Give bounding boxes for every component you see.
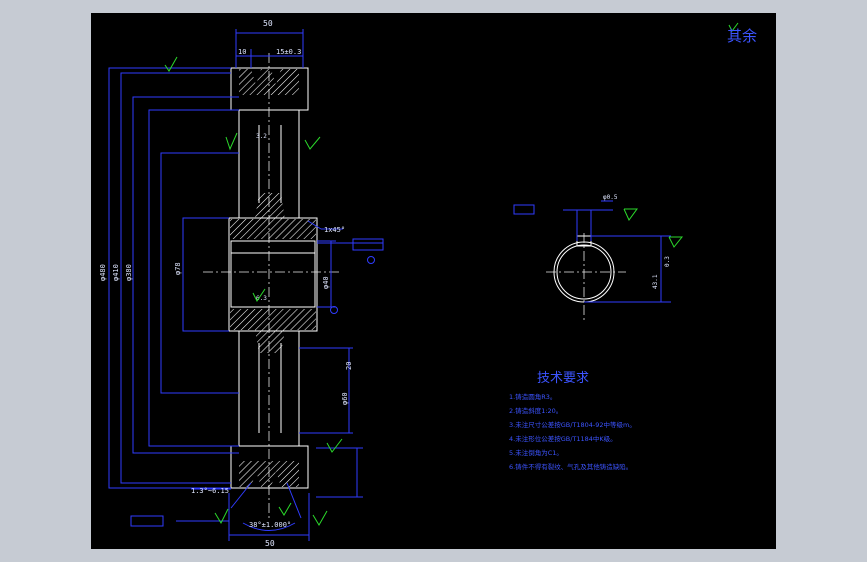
dim-key-side: 0.3 (664, 256, 671, 267)
tech-title: 技术要求 (537, 371, 589, 386)
dim-side-a: 20 (345, 362, 353, 370)
dim-key-depth: 43.1 (652, 274, 659, 289)
tech-item-3: 3.未注尺寸公差按GB/T1804-92中等级m。 (509, 420, 636, 429)
tech-item-4: 4.未注形位公差按GB/T1184中K级。 (509, 434, 617, 443)
dim-top-small-a: 10 (238, 48, 246, 56)
tech-item-6: 6.铸件不得有裂纹、气孔及其他铸造缺陷。 (509, 462, 632, 471)
dim-side-b: φ60 (341, 392, 349, 405)
cad-drawing-viewport[interactable]: 50 10 15±0.3 50 φ480 φ410 φ380 φ78 φ40 2… (91, 13, 776, 549)
dim-callout: 1x45° (324, 226, 345, 234)
tech-item-1: 1.铸造圆角R3。 (509, 392, 556, 401)
ra-label-a: 3.2 (256, 133, 267, 140)
tolerance-frame-right (513, 204, 535, 215)
dim-vert-3: φ380 (125, 264, 133, 281)
tolerance-frame-bottom (130, 515, 164, 527)
dim-bore: φ40 (322, 276, 330, 289)
dim-vert-1: φ480 (99, 264, 107, 281)
roughness-symbols (164, 22, 739, 526)
ra-label-b: 6.3 (256, 295, 267, 302)
dim-top-small-b: 15±0.3 (276, 48, 301, 56)
hub-cross-section-view: φ0.5 43.1 0.3 (546, 194, 671, 323)
dim-bottom-width: 50 (265, 539, 275, 548)
dim-angle-note: 1.3°~6.15 (191, 487, 229, 495)
corner-note: 其余 (727, 27, 757, 45)
dim-vert-2: φ410 (112, 264, 120, 281)
dim-top-width: 50 (263, 19, 273, 28)
drawing-canvas[interactable]: 50 10 15±0.3 50 φ480 φ410 φ380 φ78 φ40 2… (91, 13, 776, 549)
technical-requirements: 技术要求 1.铸造圆角R3。 2.铸造斜度1:20。 3.未注尺寸公差按GB/T… (509, 371, 636, 471)
dim-vert-4: φ78 (174, 262, 182, 275)
tech-item-5: 5.未注倒角为C1。 (509, 448, 563, 457)
tech-item-2: 2.铸造斜度1:20。 (509, 406, 562, 415)
dim-keyway-width: φ0.5 (603, 194, 618, 201)
dim-angle-bottom: 38°±1.000° (249, 521, 291, 529)
